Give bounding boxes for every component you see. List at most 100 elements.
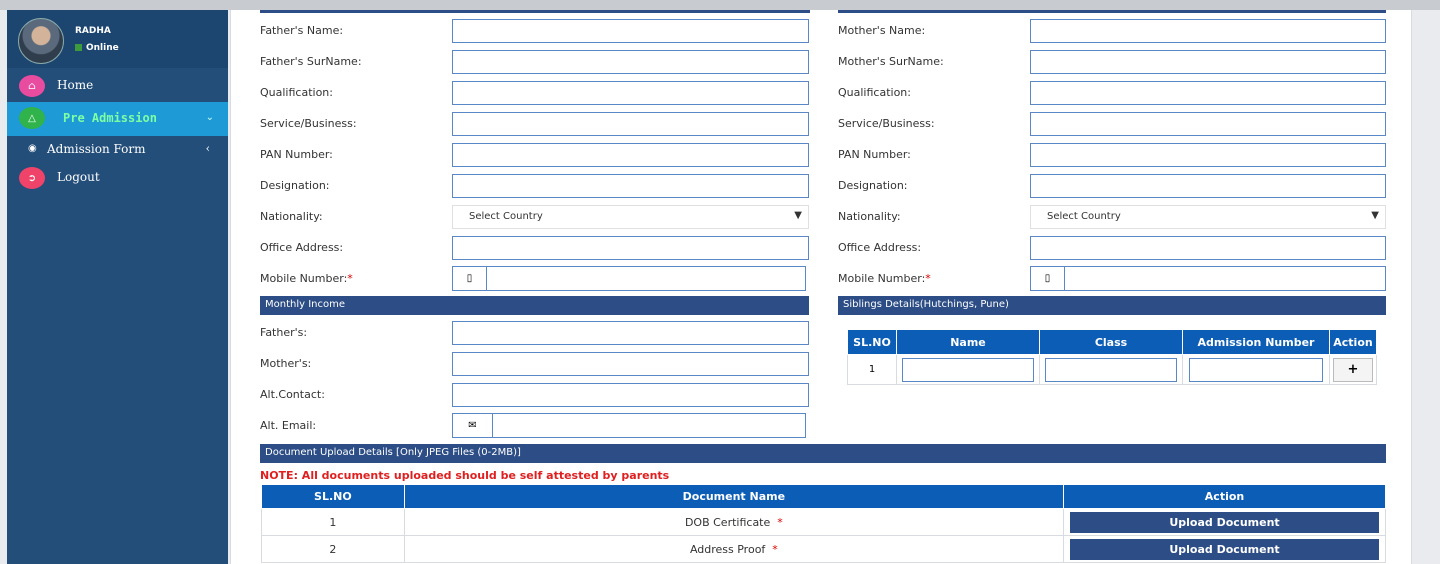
caret-down-icon: ▼ [1371, 210, 1379, 221]
mothers-nationality-value: Select Country [1047, 211, 1121, 222]
fathers-surname-input[interactable] [452, 50, 809, 74]
user-panel: RADHA Online [7, 10, 228, 68]
sidebar-item-label: Pre Admission [63, 111, 157, 125]
mothers-service-label: Service/Business: [838, 117, 935, 130]
fathers-surname-label: Father's SurName: [260, 55, 362, 68]
alt-contact-input[interactable] [452, 383, 809, 407]
doc-name: DOB Certificate [684, 515, 771, 529]
fathers-service-label: Service/Business: [260, 117, 357, 130]
required-mark: * [347, 272, 353, 285]
user-name: RADHA [75, 26, 111, 36]
table-row: 1 + [847, 354, 1377, 385]
sibling-action-cell: + [1329, 354, 1377, 385]
fathers-qualification-label: Qualification: [260, 86, 333, 99]
fathers-designation-label: Designation: [260, 179, 330, 192]
mothers-name-input[interactable] [1030, 19, 1386, 43]
sibling-class-input[interactable] [1045, 357, 1177, 382]
siblings-header: Siblings Details(Hutchings, Pune) [838, 296, 1386, 315]
sibling-name-cell [896, 354, 1040, 385]
table-row: 1 DOB Certificate * Upload Document [261, 508, 1386, 536]
col-class: Class [1039, 329, 1183, 355]
doc-name-cell: Address Proof * [403, 535, 1065, 563]
mothers-mobile-label: Mobile Number:* [838, 272, 931, 285]
top-bar [0, 0, 1440, 10]
mothers-surname-input[interactable] [1030, 50, 1386, 74]
mothers-qualification-label: Qualification: [838, 86, 911, 99]
fathers-pan-input[interactable] [452, 143, 809, 167]
sibling-name-input[interactable] [902, 357, 1034, 382]
mothers-mobile-input[interactable] [1064, 266, 1386, 291]
logout-icon: ➲ [19, 167, 45, 189]
home-icon: ⌂ [19, 75, 45, 97]
sibling-admission-number-input[interactable] [1189, 357, 1323, 382]
user-status-label: Online [86, 43, 119, 53]
col-action: Action [1063, 484, 1386, 509]
document-upload-header: Document Upload Details [Only JPEG Files… [260, 444, 1386, 463]
fathers-nationality-label: Nationality: [260, 210, 323, 223]
mothers-office-input[interactable] [1030, 236, 1386, 260]
user-status: Online [75, 43, 119, 53]
sidebar-item-logout[interactable]: ➲ Logout [7, 162, 228, 194]
add-sibling-button[interactable]: + [1333, 357, 1373, 382]
mothers-designation-label: Designation: [838, 179, 908, 192]
required-mark: * [925, 272, 931, 285]
mothers-office-label: Office Address: [838, 241, 922, 254]
income-fathers-input[interactable] [452, 321, 809, 345]
fathers-office-input[interactable] [452, 236, 809, 260]
col-slno: SL.NO [847, 329, 897, 355]
income-mothers-input[interactable] [452, 352, 809, 376]
document-note: NOTE: All documents uploaded should be s… [260, 469, 670, 482]
fathers-qualification-input[interactable] [452, 81, 809, 105]
doc-slno: 2 [261, 535, 405, 563]
alt-email-input[interactable] [492, 413, 806, 438]
table-row: 2 Address Proof * Upload Document [261, 535, 1386, 563]
alt-email-label: Alt. Email: [260, 419, 317, 432]
alt-contact-label: Alt.Contact: [260, 388, 325, 401]
mothers-pan-input[interactable] [1030, 143, 1386, 167]
required-mark: * [772, 542, 778, 556]
mothers-service-input[interactable] [1030, 112, 1386, 136]
sidebar: RADHA Online ⌂ Home △ Pre Admission ⌄ ◉ … [7, 10, 228, 564]
mothers-mobile-label-text: Mobile Number: [838, 272, 926, 285]
doc-name: Address Proof [689, 542, 766, 556]
graduation-cap-icon: △ [19, 107, 45, 129]
doc-slno: 1 [261, 508, 405, 536]
sidebar-item-home[interactable]: ⌂ Home [7, 70, 228, 102]
documents-header-row: SL.NO Document Name Action [261, 484, 1386, 509]
father-section-header [260, 10, 810, 13]
phone-icon: ▯ [1030, 266, 1065, 291]
sidebar-item-label: Admission Form [47, 142, 146, 156]
fathers-name-input[interactable] [452, 19, 809, 43]
chevron-down-icon: ⌄ [205, 112, 214, 123]
fathers-mobile-label: Mobile Number:* [260, 272, 353, 285]
col-admission-number: Admission Number [1182, 329, 1330, 355]
fathers-service-input[interactable] [452, 112, 809, 136]
mothers-qualification-input[interactable] [1030, 81, 1386, 105]
fathers-designation-input[interactable] [452, 174, 809, 198]
mothers-name-label: Mother's Name: [838, 24, 926, 37]
sidebar-item-pre-admission[interactable]: △ Pre Admission ⌄ [7, 102, 228, 136]
upload-document-button[interactable]: Upload Document [1070, 511, 1380, 533]
fathers-nationality-select[interactable]: Select Country ▼ [452, 205, 809, 229]
col-slno: SL.NO [261, 484, 405, 509]
sibling-admission-cell [1182, 354, 1330, 385]
fathers-mobile-input[interactable] [486, 266, 806, 291]
col-document-name: Document Name [403, 484, 1065, 509]
online-dot-icon [75, 44, 82, 51]
mother-section-header [838, 10, 1386, 13]
required-mark: * [777, 515, 783, 529]
fathers-name-label: Father's Name: [260, 24, 344, 37]
envelope-icon: ✉ [452, 413, 493, 438]
doc-name-cell: DOB Certificate * [403, 508, 1065, 536]
mothers-designation-input[interactable] [1030, 174, 1386, 198]
col-action: Action [1329, 329, 1377, 355]
mothers-nationality-select[interactable]: Select Country ▼ [1030, 205, 1386, 229]
globe-icon: ◉ [28, 143, 37, 154]
sidebar-item-admission-form[interactable]: ◉ Admission Form ‹ [7, 136, 228, 162]
fathers-office-label: Office Address: [260, 241, 344, 254]
mothers-nationality-label: Nationality: [838, 210, 901, 223]
upload-document-button[interactable]: Upload Document [1070, 538, 1380, 560]
caret-down-icon: ▼ [794, 210, 802, 221]
monthly-income-header: Monthly Income [260, 296, 809, 315]
fathers-nationality-value: Select Country [469, 211, 543, 222]
